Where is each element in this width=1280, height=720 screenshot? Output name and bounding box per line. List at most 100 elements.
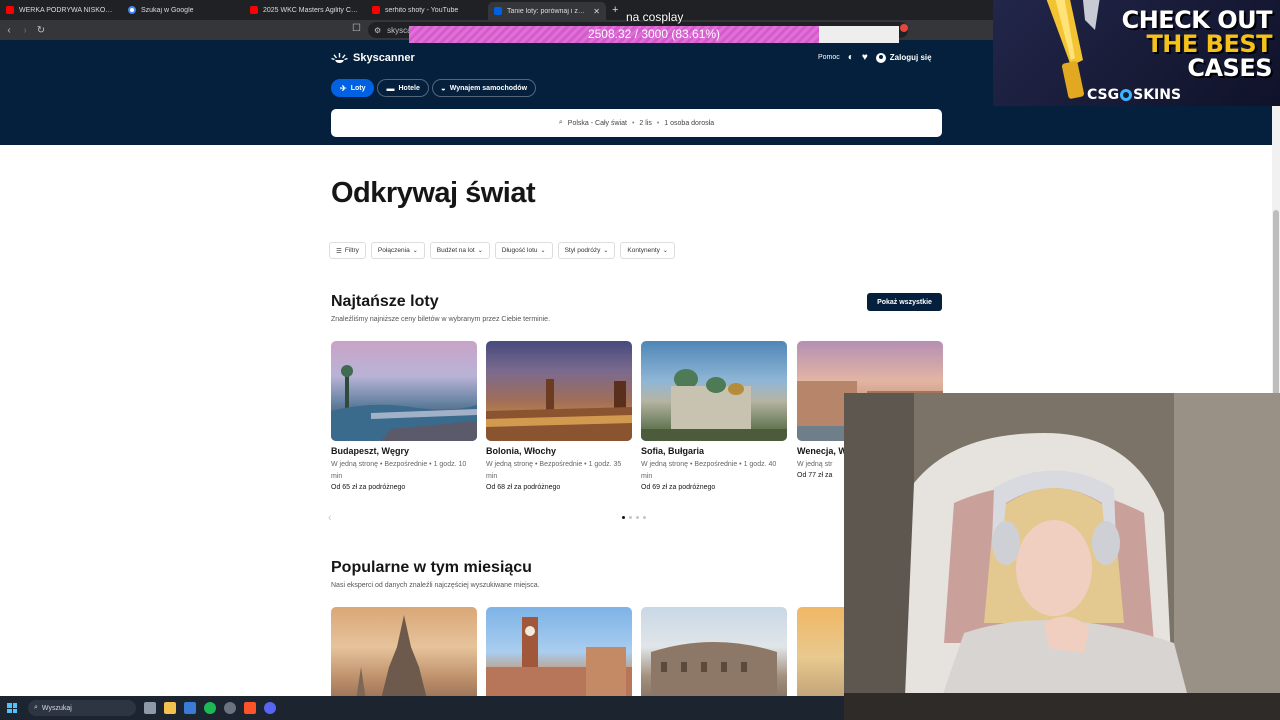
back-arrow-icon[interactable]: ‹: [2, 23, 16, 37]
destination-name: Budapeszt, Węgry: [331, 446, 410, 456]
destination-card[interactable]: Budapeszt, Węgry W jedną stronę • Bezpoś…: [331, 341, 477, 491]
discord-icon[interactable]: [264, 702, 276, 714]
reload-icon[interactable]: ↻: [34, 23, 48, 37]
destination-card[interactable]: Sofia, Bułgaria W jedną stronę • Bezpośr…: [641, 341, 787, 491]
pagination-dot[interactable]: [629, 516, 632, 519]
browser-tab[interactable]: serhito shoty - YouTube: [366, 1, 488, 19]
file-explorer-icon[interactable]: [164, 702, 176, 714]
bologna-photo: [486, 379, 632, 441]
forward-arrow-icon[interactable]: ›: [18, 23, 32, 37]
donation-goal-label: na cosplay: [626, 10, 684, 24]
cheapest-flights-subtitle: Znaleźliśmy najniższe ceny biletów w wyb…: [331, 316, 551, 323]
windows-logo-icon: [7, 703, 17, 713]
taskbar-search[interactable]: ⌕ Wyszukaj: [28, 700, 136, 716]
browser-tab[interactable]: Szukaj w Google: [122, 1, 244, 19]
obs-icon[interactable]: [224, 702, 236, 714]
chevron-down-icon: ⌄: [662, 248, 668, 254]
destination-card[interactable]: [331, 607, 477, 696]
webcam-overlay: [844, 393, 1280, 720]
login-label: Zaloguj się: [889, 53, 932, 62]
skyscanner-logo[interactable]: Skyscanner: [331, 52, 415, 64]
filter-flight-length[interactable]: Długość lotu ⌄: [494, 242, 553, 259]
plane-icon: ✈: [340, 83, 347, 93]
search-icon: ⌕: [558, 119, 563, 126]
carousel-pagination: [622, 516, 646, 519]
page-title: Odkrywaj świat: [331, 177, 536, 209]
webcam-feed: [844, 393, 1280, 720]
start-button[interactable]: [0, 696, 24, 720]
price-from: Od 69 zł za podróżnego: [641, 484, 716, 491]
sofia-photo: [641, 369, 787, 441]
bookmark-icon[interactable]: ☐: [352, 23, 361, 34]
tab-car-hire[interactable]: ◒ Wynajem samochodów: [431, 79, 537, 97]
new-tab-icon[interactable]: +: [606, 4, 624, 16]
filter-bar: ☰ Filtry Połączenia ⌄ Budżet na lot ⌄ Dł…: [329, 242, 675, 259]
close-icon[interactable]: ✕: [593, 7, 600, 16]
youtube-icon: [250, 6, 258, 14]
filter-budget[interactable]: Budżet na lot ⌄: [429, 242, 490, 259]
heart-icon[interactable]: ♥: [862, 52, 868, 63]
destination-image: [331, 341, 477, 441]
pagination-dot[interactable]: [636, 516, 639, 519]
destination-image: [331, 607, 477, 696]
brand-ring-icon: [1120, 89, 1133, 101]
flight-details: W jedną stronę • Bezpośrednie • 1 godz. …: [331, 461, 467, 480]
tab-label: Tanie loty: porównaj i zarezerwuj: [507, 7, 588, 15]
globe-icon[interactable]: ◐: [848, 52, 854, 63]
show-all-button[interactable]: Pokaż wszystkie: [867, 293, 942, 311]
search-dates: 2 lis: [639, 119, 652, 127]
login-button[interactable]: Zaloguj się: [875, 52, 932, 63]
browser-tab[interactable]: WERKA PODRYWA NISKOROSŁYCH: [0, 1, 122, 19]
knife-icon: [1046, 0, 1100, 99]
donation-goal-bar: 2508.32 / 3000 (83.61%): [409, 26, 899, 43]
filter-continents[interactable]: Kontynenty ⌄: [620, 242, 675, 259]
krakow-photo: [486, 617, 632, 696]
bangkok-photo: [356, 615, 427, 696]
carousel-prev-icon[interactable]: ‹: [328, 512, 332, 524]
help-link[interactable]: Pomoc: [818, 54, 840, 61]
filter-label: Filtry: [344, 247, 359, 254]
tab-label: WERKA PODRYWA NISKOROSŁYCH: [19, 6, 116, 14]
tab-label: Hotele: [398, 84, 420, 92]
task-view-icon[interactable]: [144, 702, 156, 714]
site-info-icon[interactable]: ⚙: [374, 26, 381, 35]
brand-part: CSG: [1087, 87, 1120, 103]
chevron-down-icon: ⌄: [540, 248, 546, 254]
browser-tab-active[interactable]: Tanie loty: porównaj i zarezerwuj ✕: [488, 2, 606, 20]
brand-part: SKINS: [1133, 87, 1182, 103]
address-text: skysca: [387, 25, 412, 35]
filter-label: Kontynenty: [627, 247, 660, 254]
filter-travel-style[interactable]: Styl podróży ⌄: [557, 242, 616, 259]
tab-label: 2025 WKC Masters Agility Champion: [263, 6, 360, 14]
destination-image: [486, 341, 632, 441]
price-from: Od 65 zł za podróżnego: [331, 484, 406, 491]
budapest-photo: [331, 365, 477, 441]
skyscanner-icon: [494, 7, 502, 15]
destination-name: Bolonia, Włochy: [486, 446, 557, 456]
destination-card[interactable]: [486, 607, 632, 696]
store-icon[interactable]: [184, 702, 196, 714]
spotify-icon[interactable]: [204, 702, 216, 714]
filter-label: Budżet na lot: [436, 247, 475, 254]
destination-card[interactable]: Bolonia, Włochy W jedną stronę • Bezpośr…: [486, 341, 632, 491]
filter-connections[interactable]: Połączenia ⌄: [370, 242, 425, 259]
filter-label: Styl podróży: [564, 247, 601, 254]
sponsor-banner[interactable]: CHECK OUT THE BEST CASES CSG SKINS: [993, 0, 1280, 106]
search-summary-bar[interactable]: ⌕ Polska - Cały świat • 2 lis • 1 osoba …: [331, 109, 942, 137]
pagination-dot[interactable]: [643, 516, 646, 519]
car-icon: ◒: [440, 83, 446, 93]
tab-hotels[interactable]: ▬ Hotele: [377, 79, 429, 97]
tab-flights[interactable]: ✈ Loty: [331, 79, 375, 97]
destination-card[interactable]: [641, 607, 787, 696]
destination-name: Sofia, Bułgaria: [641, 446, 705, 456]
chevron-down-icon: ⌄: [603, 248, 609, 254]
browser-tab[interactable]: 2025 WKC Masters Agility Champion: [244, 1, 366, 19]
notification-badge: [900, 24, 908, 32]
pagination-dot[interactable]: [622, 516, 625, 519]
filters-button[interactable]: ☰ Filtry: [329, 242, 366, 259]
product-tabs: ✈ Loty ▬ Hotele ◒ Wynajem samochodów: [331, 79, 537, 97]
flight-details: W jedną stronę • Bezpośrednie • 1 godz. …: [486, 461, 622, 480]
tab-label: Szukaj w Google: [141, 6, 194, 14]
bed-icon: ▬: [386, 83, 395, 93]
brave-icon[interactable]: [244, 702, 256, 714]
